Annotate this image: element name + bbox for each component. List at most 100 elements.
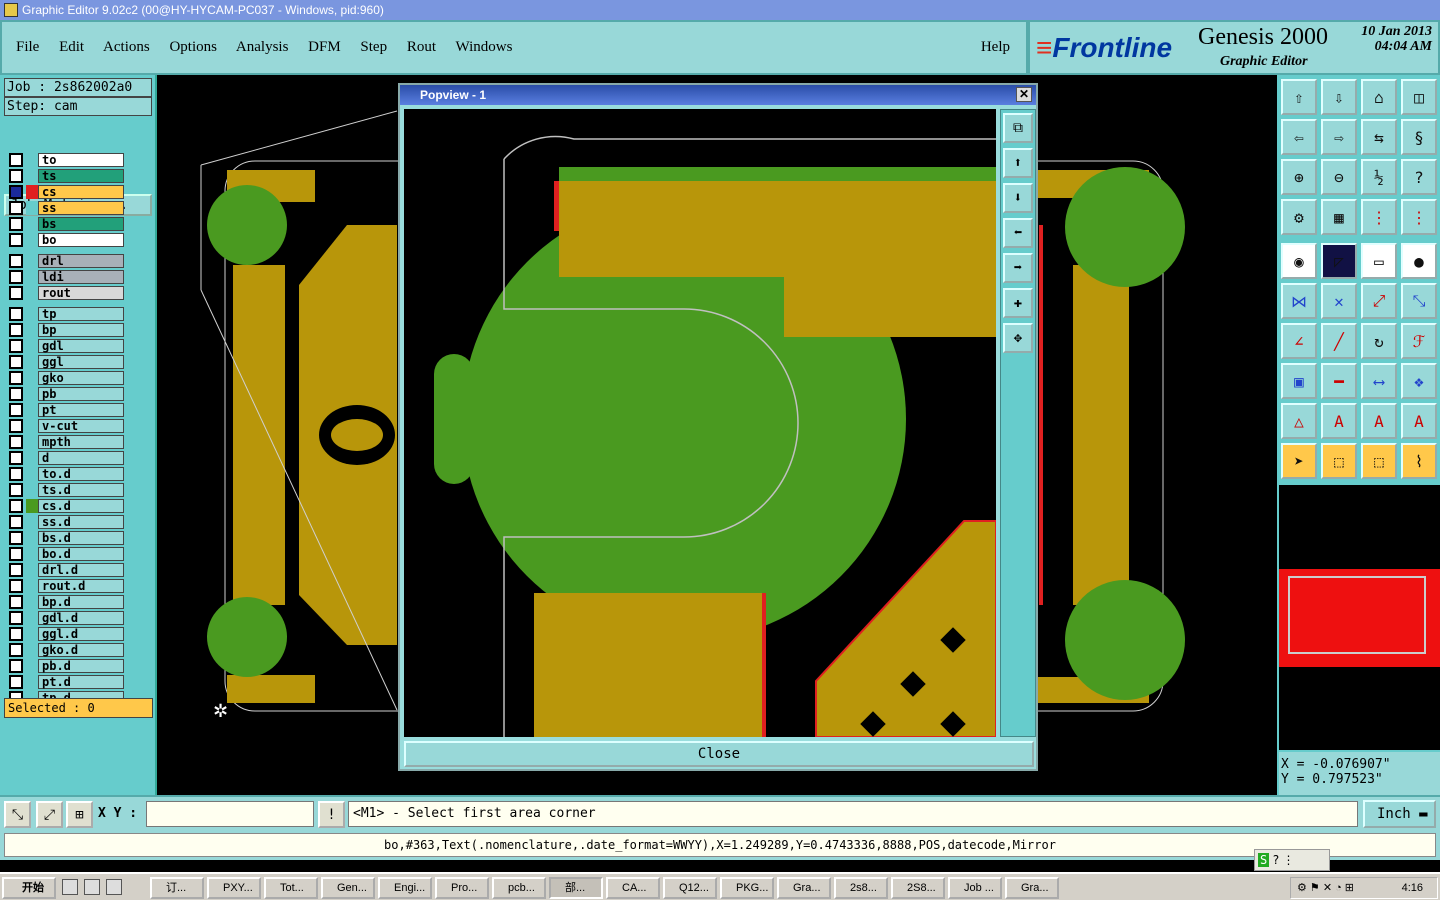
alert-icon[interactable]: ! xyxy=(318,801,345,828)
layer-checkbox[interactable] xyxy=(9,643,23,657)
layer-row[interactable]: ss.d xyxy=(6,514,124,530)
layer-row[interactable]: bs xyxy=(6,216,124,232)
taskbar-task[interactable]: Pro... xyxy=(435,877,489,899)
layer-checkbox[interactable] xyxy=(9,579,23,593)
layer-checkbox[interactable] xyxy=(9,515,23,529)
layer-row[interactable]: drl xyxy=(6,253,124,269)
popview-canvas[interactable] xyxy=(404,109,996,737)
pv-pan-down-icon[interactable]: ⬇ xyxy=(1003,183,1033,213)
move-icon[interactable]: ⤢ xyxy=(1361,283,1397,319)
layer-row[interactable]: mpth xyxy=(6,434,124,450)
layer-row[interactable]: gdl xyxy=(6,338,124,354)
select-box-icon[interactable]: ⬚ xyxy=(1321,443,1357,479)
layer-row[interactable]: rout.d xyxy=(6,578,124,594)
grid-icon[interactable]: ▦ xyxy=(1321,199,1357,235)
pan-up-icon[interactable]: ⇧ xyxy=(1281,79,1317,115)
zoom-out-icon[interactable]: ⊖ xyxy=(1321,159,1357,195)
menu-rout[interactable]: Rout xyxy=(407,39,436,55)
taskbar-task[interactable]: PXY... xyxy=(207,877,261,899)
layer-checkbox[interactable] xyxy=(9,307,23,321)
menu-analysis[interactable]: Analysis xyxy=(236,39,289,55)
taskbar-task[interactable]: Engi... xyxy=(378,877,432,899)
layer-checkbox[interactable] xyxy=(9,499,23,513)
xy-input[interactable] xyxy=(146,801,314,827)
layer-checkbox[interactable] xyxy=(9,270,23,284)
home-icon[interactable]: ⌂ xyxy=(1361,79,1397,115)
query-icon[interactable]: ? xyxy=(1401,159,1437,195)
layer-row[interactable]: ggl.d xyxy=(6,626,124,642)
layer-row[interactable]: cs xyxy=(6,184,124,200)
layer-checkbox[interactable] xyxy=(9,153,23,167)
group-icon[interactable]: ❖ xyxy=(1401,363,1437,399)
tray-icons[interactable]: ⚙ ⚑ ✕ ◔ ⊞ xyxy=(1297,882,1354,894)
split-view-icon[interactable]: ◫ xyxy=(1401,79,1437,115)
layer-checkbox[interactable] xyxy=(9,201,23,215)
mirror-icon[interactable]: ⇆ xyxy=(1361,119,1397,155)
taskbar-task[interactable]: 订... xyxy=(150,877,204,899)
layer-checkbox[interactable] xyxy=(9,419,23,433)
layer-checkbox[interactable] xyxy=(9,611,23,625)
net-icon[interactable]: ⋮ xyxy=(1361,199,1397,235)
layer-row[interactable]: pt xyxy=(6,402,124,418)
taskbar-task[interactable]: Gen... xyxy=(321,877,375,899)
layer-row[interactable]: tp xyxy=(6,306,124,322)
layer-row[interactable]: v-cut xyxy=(6,418,124,434)
split-line-icon[interactable]: ━ xyxy=(1321,363,1357,399)
snap-icon[interactable]: § xyxy=(1401,119,1437,155)
layer-checkbox[interactable] xyxy=(9,217,23,231)
net-highlight-icon[interactable]: ⋮ xyxy=(1401,199,1437,235)
layer-row[interactable]: pb xyxy=(6,386,124,402)
menu-help[interactable]: Help xyxy=(981,39,1010,56)
taskbar-task[interactable]: 2s8... xyxy=(834,877,888,899)
pv-zoom-in-icon[interactable]: ✚ xyxy=(1003,288,1033,318)
select-area-icon[interactable]: ⬚ xyxy=(1361,443,1397,479)
fill-c-icon[interactable]: A xyxy=(1361,403,1397,439)
pv-zoom-fit-icon[interactable]: ⧉ xyxy=(1003,113,1033,143)
app-icon[interactable] xyxy=(4,3,18,17)
layer-checkbox[interactable] xyxy=(9,531,23,545)
desktop-icon[interactable] xyxy=(84,879,100,895)
zoom-area-icon[interactable]: ⤡ xyxy=(4,801,31,828)
taskbar-task[interactable]: 部... xyxy=(549,877,603,899)
layer-row[interactable]: cs.d xyxy=(6,498,124,514)
fill-d-icon[interactable]: A xyxy=(1401,403,1437,439)
fill-a-icon[interactable]: △ xyxy=(1281,403,1317,439)
pad-icon[interactable]: ● xyxy=(1401,243,1437,279)
taskbar-task[interactable]: PKG... xyxy=(720,877,774,899)
layer-row[interactable]: drl.d xyxy=(6,562,124,578)
unit-selector[interactable]: Inch ▬ xyxy=(1363,800,1436,828)
layer-checkbox[interactable] xyxy=(9,254,23,268)
pan-right-icon[interactable]: ⇨ xyxy=(1321,119,1357,155)
menu-dfm[interactable]: DFM xyxy=(308,39,341,55)
pad-replace-icon[interactable]: ▣ xyxy=(1281,363,1317,399)
layer-checkbox[interactable] xyxy=(9,627,23,641)
layer-row[interactable]: gdl.d xyxy=(6,610,124,626)
taskbar-task[interactable]: Gra... xyxy=(1005,877,1059,899)
layer-row[interactable]: ts.d xyxy=(6,482,124,498)
connect-icon[interactable]: ⋈ xyxy=(1281,283,1317,319)
layer-checkbox[interactable] xyxy=(9,286,23,300)
layer-row[interactable]: pt.d xyxy=(6,674,124,690)
arc-icon[interactable]: ↻ xyxy=(1361,323,1397,359)
layer-checkbox[interactable] xyxy=(9,675,23,689)
menu-step[interactable]: Step xyxy=(360,39,387,55)
layer-checkbox[interactable] xyxy=(9,483,23,497)
line-icon[interactable]: ╱ xyxy=(1321,323,1357,359)
layer-checkbox[interactable] xyxy=(9,563,23,577)
layer-checkbox[interactable] xyxy=(9,169,23,183)
copy-icon[interactable]: ⤡ xyxy=(1401,283,1437,319)
layer-row[interactable]: bs.d xyxy=(6,530,124,546)
layer-row[interactable]: ggl xyxy=(6,354,124,370)
pan-left-icon[interactable]: ⇦ xyxy=(1281,119,1317,155)
layer-row[interactable]: ss xyxy=(6,200,124,216)
layer-checkbox[interactable] xyxy=(9,403,23,417)
ime-s-icon[interactable]: S xyxy=(1258,853,1270,867)
add-feature-icon[interactable]: ◉ xyxy=(1281,243,1317,279)
ie-icon[interactable] xyxy=(62,879,78,895)
ime-help-icon[interactable]: ? xyxy=(1272,853,1279,867)
menu-edit[interactable]: Edit xyxy=(59,39,84,55)
draw-polygon-icon[interactable]: ◸ xyxy=(1321,243,1357,279)
taskbar-task[interactable]: Tot... xyxy=(264,877,318,899)
board-preview[interactable] xyxy=(1279,485,1440,750)
layer-row[interactable]: bo.d xyxy=(6,546,124,562)
